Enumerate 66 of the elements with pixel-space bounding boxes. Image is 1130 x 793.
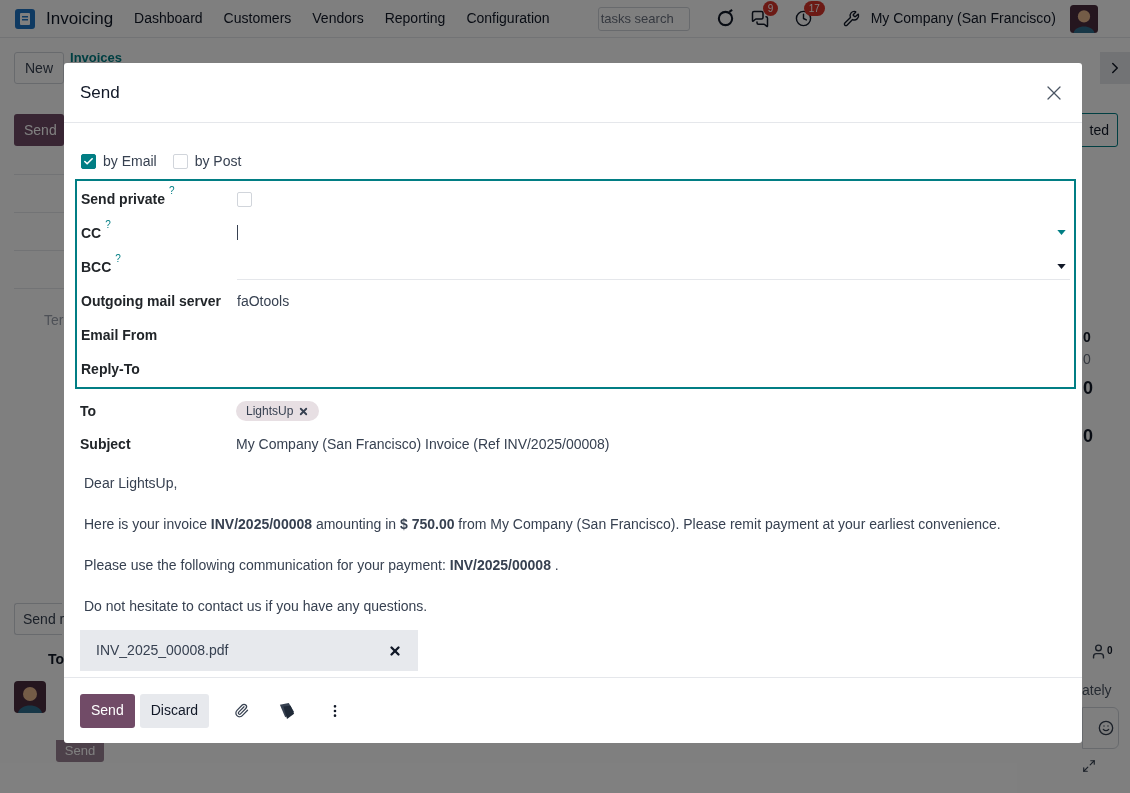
clock-icon[interactable] [794, 10, 812, 27]
discard-button[interactable]: Discard [139, 693, 210, 728]
field-label: Outgoing mail server [81, 291, 222, 311]
expand-icon[interactable] [1082, 759, 1096, 773]
tools-icon[interactable] [842, 10, 860, 27]
checkbox-label[interactable]: by Email [103, 151, 157, 172]
send-button[interactable]: Send [80, 693, 135, 728]
menu-item[interactable]: Customers [213, 8, 302, 29]
circle-icon[interactable] [715, 9, 735, 28]
field-label: CC [81, 223, 102, 243]
help-mark[interactable]: ? [115, 253, 121, 264]
breadcrumb-link[interactable]: Invoices [70, 50, 123, 66]
body-paragraph: Please use the following communication for your payment: INV/2025/00008 . [84, 556, 560, 575]
menu-item[interactable]: Dashboard [124, 8, 213, 29]
checkbox-label[interactable]: by Post [194, 151, 242, 172]
company-switcher[interactable]: My Company (San Francisco) [870, 8, 1056, 29]
help-mark[interactable]: ? [169, 185, 175, 196]
menu-item[interactable]: Reporting [374, 8, 456, 29]
field-label: To [80, 401, 98, 421]
message-field[interactable] [1082, 707, 1119, 749]
amount-text: 0 [1082, 377, 1094, 400]
search-field[interactable]: tasks search [597, 6, 690, 31]
text-field[interactable]: faOtools [237, 290, 290, 312]
dialog-title: Send [80, 81, 120, 104]
avatar-icon [1069, 4, 1098, 33]
body-paragraph: Here is your invoice INV/2025/00008 amounting in $ 750.00 from My Company (San Francisco). Please remit payment at your earliest convenience. [84, 515, 1002, 534]
amount-text: 0 [1082, 350, 1092, 369]
amount-text: 0 [1082, 328, 1092, 347]
caption-text: ately [1082, 681, 1113, 700]
app-logo-icon [15, 8, 35, 29]
avatar-icon [14, 681, 46, 713]
remove-icon[interactable] [298, 405, 310, 417]
chat-icon[interactable] [750, 9, 769, 28]
paperclip-icon[interactable] [234, 703, 250, 718]
menu-item[interactable]: Configuration [456, 8, 560, 29]
smiley-icon [1098, 720, 1114, 736]
attachment-card[interactable]: INV_2025_00008.pdf [80, 630, 418, 671]
field-label: Send private [81, 189, 166, 209]
cards-icon[interactable] [278, 702, 297, 719]
menu-item[interactable]: Vendors [302, 8, 374, 29]
help-mark[interactable]: ? [105, 219, 111, 230]
field-label: BCC [81, 257, 112, 277]
body-paragraph: Dear LightsUp, [84, 474, 179, 493]
body-paragraph: Do not hesitate to contact us if you have any questions. [84, 597, 429, 616]
recipients-label: To [48, 650, 65, 668]
amount-text: 0 [1082, 425, 1094, 448]
user-icon[interactable] [1090, 643, 1107, 660]
check-icon [83, 156, 94, 167]
field-label: Subject [80, 434, 132, 454]
caret-icon [1057, 264, 1066, 269]
attachment-name: INV_2025_00008.pdf [96, 641, 229, 660]
send-message-button[interactable]: Send r [14, 603, 62, 635]
caret-icon [1057, 230, 1066, 235]
checkbox[interactable] [81, 154, 96, 169]
subject-field[interactable]: My Company (San Francisco) Invoice (Ref INV/2025/00008) [236, 433, 610, 455]
field-label: Reply-To [81, 359, 140, 379]
count-badge: 17 [803, 1, 825, 16]
next-button[interactable] [1100, 52, 1130, 84]
app-name[interactable]: Invoicing [46, 5, 114, 32]
new-button[interactable]: New [14, 52, 64, 84]
send-button[interactable]: Send [14, 114, 64, 146]
field-label: Email From [81, 325, 158, 345]
followers-count: 0 [1107, 644, 1113, 658]
recipient-tag[interactable]: LightsUp [236, 401, 320, 421]
count-badge: 9 [762, 0, 779, 16]
remove-icon[interactable] [388, 643, 402, 658]
